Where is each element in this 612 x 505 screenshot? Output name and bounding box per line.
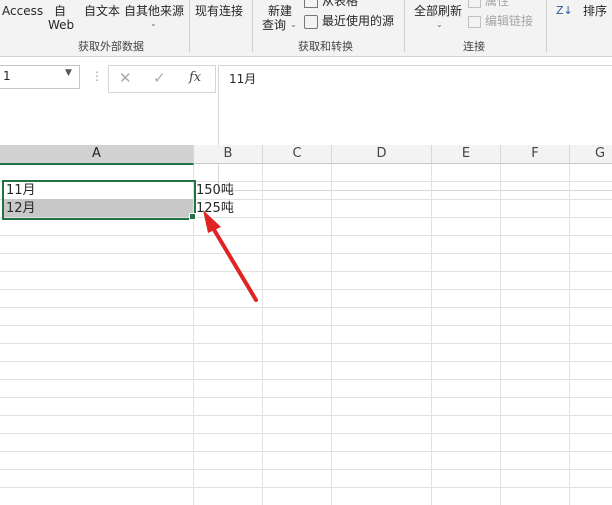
insert-function-icon[interactable]: fx: [189, 70, 201, 85]
chevron-down-icon[interactable]: ⌄: [290, 18, 297, 32]
enter-check-icon[interactable]: ✓: [153, 69, 166, 87]
sort-button[interactable]: 排序: [583, 4, 607, 18]
new-query-button-bottom[interactable]: 查询: [262, 18, 286, 32]
from-web-button-bottom[interactable]: Web: [48, 18, 74, 32]
edit-links-button[interactable]: 编辑链接: [468, 14, 533, 28]
existing-connections-button[interactable]: 现有连接: [195, 4, 243, 18]
chevron-down-icon[interactable]: ⌄: [150, 17, 157, 31]
recent-sources-label: 最近使用的源: [322, 14, 395, 28]
group-label-get-transform: 获取和转换: [298, 40, 353, 53]
edit-links-label: 编辑链接: [485, 14, 534, 28]
formula-input-value: 11月: [229, 72, 257, 86]
ribbon: Access 自 Web 自文本 自其他来源 ⌄ 获取外部数据 现有连接 新建 …: [0, 0, 612, 57]
dropdown-arrow-icon[interactable]: ▼: [65, 68, 72, 78]
new-query-button-top[interactable]: 新建: [268, 4, 292, 18]
group-separator: [404, 0, 405, 52]
sort-az-icon[interactable]: Z↓: [556, 4, 573, 18]
from-table-label: 从表格: [322, 0, 359, 8]
from-other-sources-button[interactable]: 自其他来源: [124, 4, 184, 18]
from-text-button[interactable]: 自文本: [84, 4, 120, 18]
annotation-arrow-icon: [203, 210, 258, 302]
from-web-button-top[interactable]: 自: [54, 4, 66, 18]
group-label-get-external-data: 获取外部数据: [78, 40, 144, 53]
edit-links-icon: [468, 15, 481, 28]
group-separator: [546, 0, 547, 52]
more-options-icon: ⋮: [91, 69, 103, 83]
from-table-button[interactable]: 从表格: [304, 0, 358, 8]
properties-button[interactable]: 属性: [468, 0, 509, 8]
group-separator: [252, 0, 253, 52]
properties-icon: [468, 0, 481, 8]
recent-sources-button[interactable]: 最近使用的源: [304, 14, 394, 29]
name-box[interactable]: 1 ▼: [0, 65, 80, 89]
table-icon: [304, 0, 318, 8]
properties-label: 属性: [485, 0, 510, 8]
name-box-value: 1: [3, 69, 11, 83]
cancel-icon[interactable]: ✕: [119, 69, 132, 87]
formula-buttons: ✕ ✓ fx: [108, 65, 216, 93]
formula-bar-area: 1 ▼ ⋮ ✕ ✓ fx 11月: [0, 57, 612, 191]
refresh-all-button[interactable]: 全部刷新: [414, 4, 462, 18]
recent-clock-icon: [304, 14, 318, 29]
from-access-button[interactable]: Access: [2, 4, 43, 18]
group-label-connections: 连接: [463, 40, 485, 53]
group-separator: [189, 0, 190, 52]
chevron-down-icon[interactable]: ⌄: [436, 18, 443, 32]
worksheet-grid[interactable]: A B C D E F G 11月 12月 150吨 125吨: [0, 145, 612, 505]
